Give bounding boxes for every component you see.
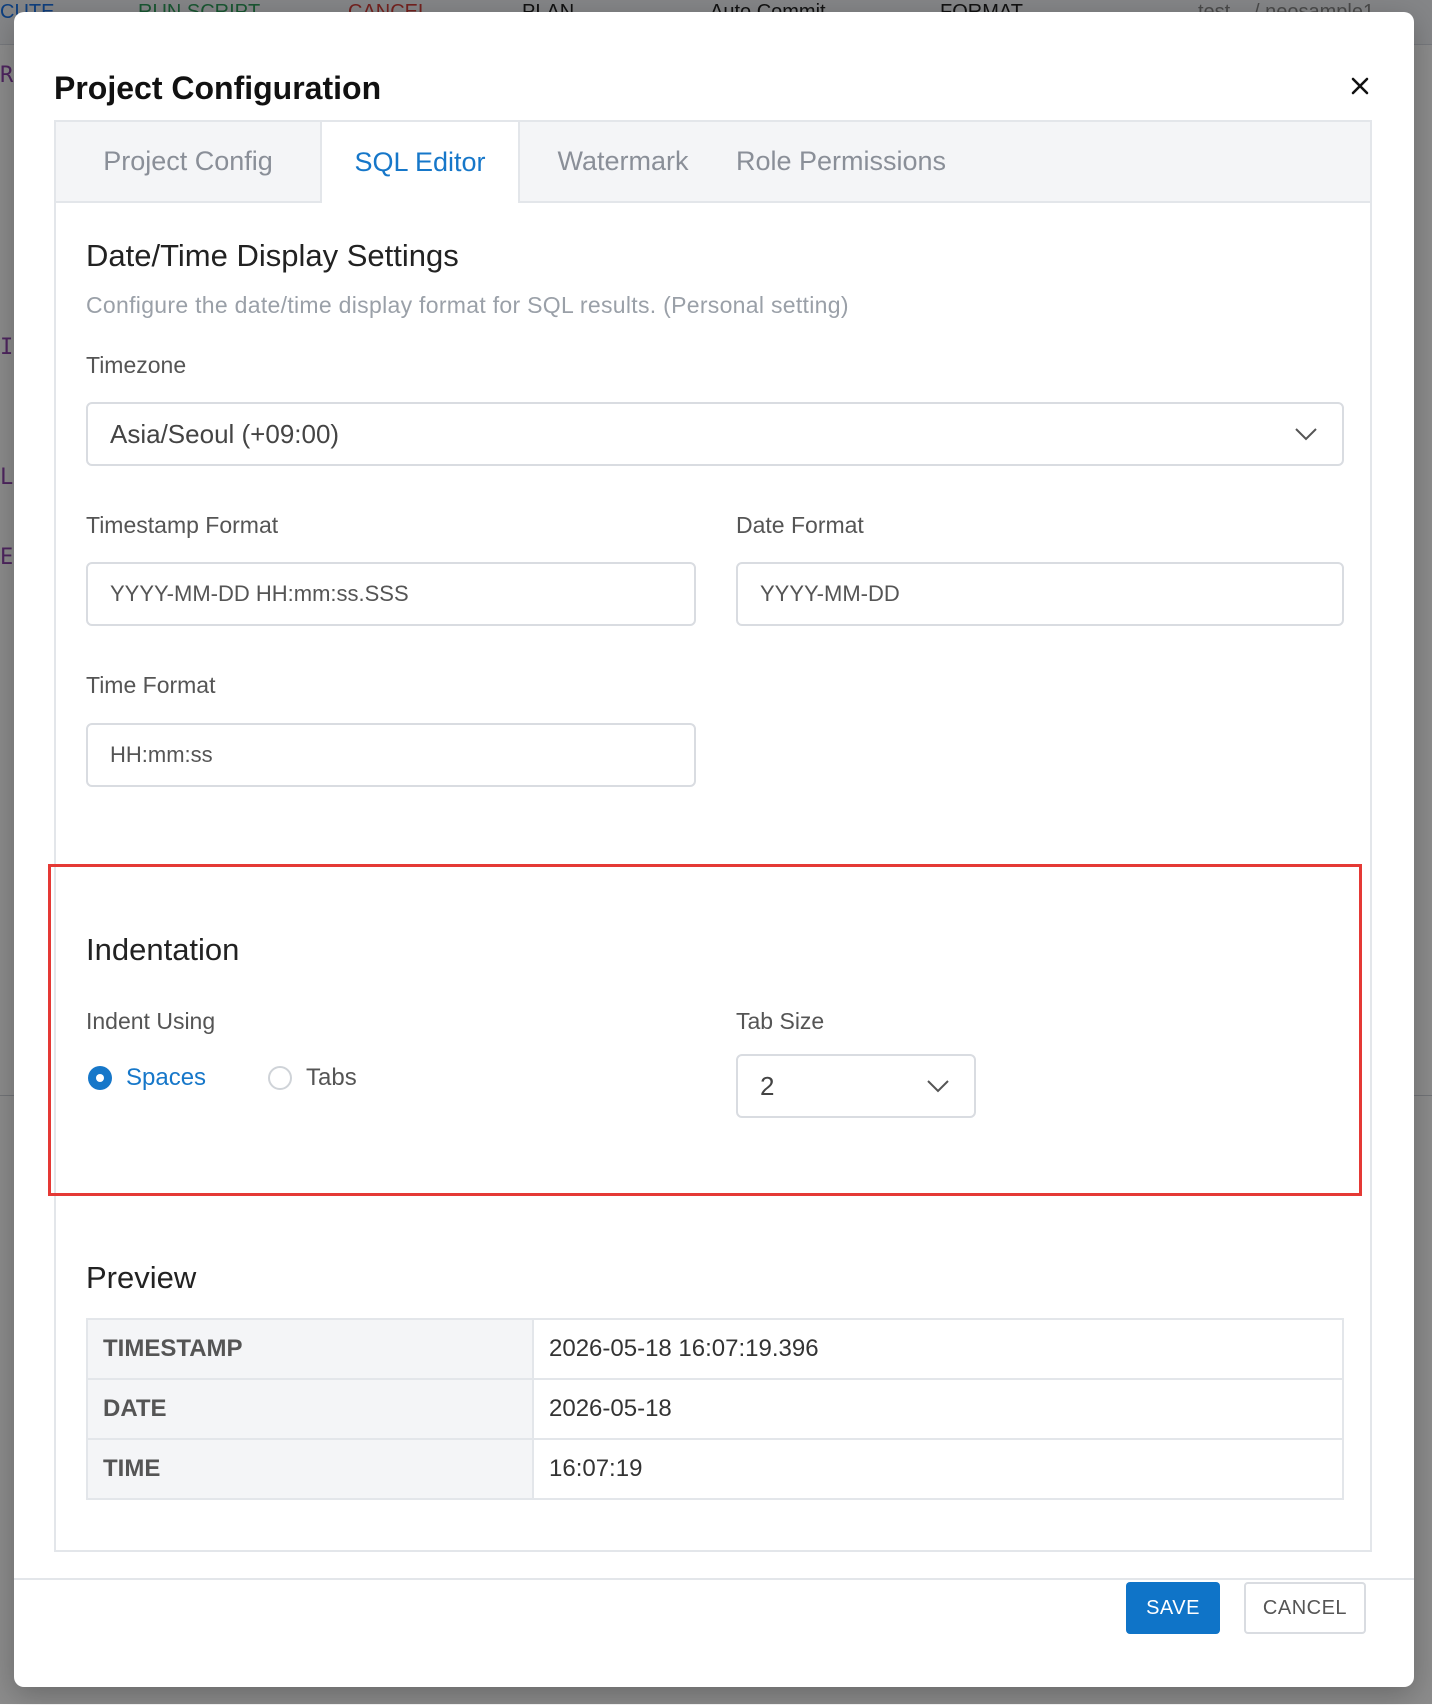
chevron-down-icon <box>1295 428 1317 441</box>
preview-value: 16:07:19 <box>532 1438 1344 1500</box>
indentation-highlight-box <box>48 864 1362 1196</box>
tab-label: Project Config <box>103 146 273 176</box>
cancel-button[interactable]: CANCEL <box>1244 1582 1366 1634</box>
preview-section-title: Preview <box>86 1260 197 1295</box>
preview-key: TIMESTAMP <box>86 1318 534 1380</box>
tab-watermark[interactable]: Watermark <box>520 122 726 201</box>
preview-key: DATE <box>86 1378 534 1440</box>
project-configuration-dialog: Project Configuration Project Config SQL… <box>14 12 1414 1687</box>
date-format-label: Date Format <box>736 512 864 538</box>
datetime-description: Configure the date/time display format f… <box>86 292 849 318</box>
time-format-label: Time Format <box>86 672 216 698</box>
tab-label: Watermark <box>557 146 689 176</box>
timezone-label: Timezone <box>86 352 187 378</box>
table-row: TIME 16:07:19 <box>86 1438 1344 1500</box>
timestamp-format-label: Timestamp Format <box>86 512 279 538</box>
tab-project-config[interactable]: Project Config <box>56 122 320 201</box>
close-button[interactable] <box>1344 70 1376 102</box>
date-format-value: YYYY-MM-DD <box>760 581 900 606</box>
tab-label: Role Permissions <box>735 146 947 176</box>
timezone-value: Asia/Seoul (+09:00) <box>110 418 340 449</box>
time-format-value: HH:mm:ss <box>110 742 213 767</box>
tab-role-permissions[interactable]: Role Permissions <box>726 122 956 201</box>
timestamp-format-value: YYYY-MM-DD HH:mm:ss.SSS <box>110 581 409 606</box>
tab-bar: Project Config SQL Editor Watermark Role… <box>56 122 1370 203</box>
preview-value: 2026-05-18 16:07:19.396 <box>532 1318 1344 1380</box>
time-format-input[interactable]: HH:mm:ss <box>86 723 696 787</box>
preview-value: 2026-05-18 <box>532 1378 1344 1440</box>
preview-table: TIMESTAMP 2026-05-18 16:07:19.396 DATE 2… <box>86 1318 1344 1500</box>
preview-key: TIME <box>86 1438 534 1500</box>
timestamp-format-input[interactable]: YYYY-MM-DD HH:mm:ss.SSS <box>86 562 696 626</box>
save-button[interactable]: SAVE <box>1126 1582 1220 1634</box>
tab-label: SQL Editor <box>354 147 486 177</box>
table-row: DATE 2026-05-18 <box>86 1378 1344 1440</box>
table-row: TIMESTAMP 2026-05-18 16:07:19.396 <box>86 1318 1344 1380</box>
datetime-section-title: Date/Time Display Settings <box>86 238 459 273</box>
close-icon <box>1351 77 1369 95</box>
tab-sql-editor[interactable]: SQL Editor <box>320 122 520 203</box>
dialog-title: Project Configuration <box>54 70 382 106</box>
timezone-select[interactable]: Asia/Seoul (+09:00) <box>86 402 1344 466</box>
footer-divider <box>14 1578 1414 1580</box>
date-format-input[interactable]: YYYY-MM-DD <box>736 562 1344 626</box>
